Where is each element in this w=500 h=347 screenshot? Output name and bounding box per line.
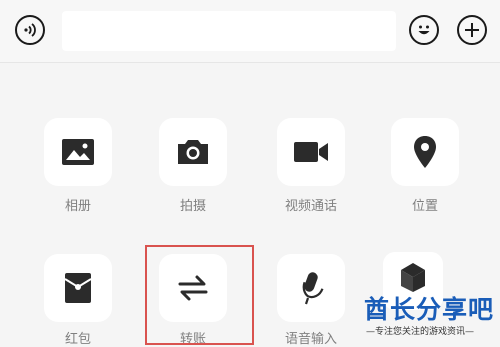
video-call-label: 视频通话 — [284, 199, 337, 214]
emoji-button[interactable] — [409, 15, 439, 45]
video-call-icon — [294, 142, 328, 162]
location-tile[interactable] — [391, 118, 459, 186]
voice-button[interactable] — [15, 15, 45, 45]
favorites-box-icon — [401, 263, 425, 292]
location-label: 位置 — [411, 199, 438, 214]
more-functions-button[interactable] — [457, 15, 487, 45]
album-label: 相册 — [64, 199, 91, 214]
microphone-icon — [302, 272, 324, 305]
plus-icon — [465, 23, 479, 37]
chat-input-bar — [0, 0, 500, 63]
transfer-highlight-frame — [145, 245, 254, 345]
voice-input-tile[interactable] — [277, 254, 345, 322]
watermark-subtitle: —专注您关注的游戏资讯— — [366, 327, 475, 337]
watermark-title: 酋长分享吧 — [364, 295, 495, 324]
camera-label: 拍摄 — [179, 199, 206, 214]
voice-input-label: 语音输入 — [284, 332, 337, 347]
voice-wave-icon — [24, 23, 36, 37]
camera-icon — [178, 140, 208, 164]
smiley-icon — [418, 25, 430, 35]
location-icon — [414, 136, 436, 168]
red-packet-icon — [64, 273, 92, 303]
message-input[interactable] — [62, 11, 396, 51]
red-packet-tile[interactable] — [44, 254, 112, 322]
red-packet-label: 红包 — [64, 332, 91, 347]
video-call-tile[interactable] — [277, 118, 345, 186]
album-icon — [62, 139, 94, 165]
camera-tile[interactable] — [159, 118, 227, 186]
album-tile[interactable] — [44, 118, 112, 186]
